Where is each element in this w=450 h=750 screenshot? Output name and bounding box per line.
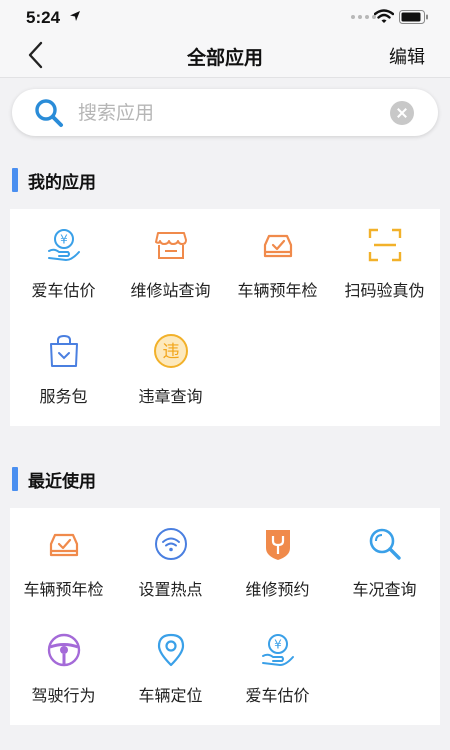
app-label: 维修预约 [245,580,310,599]
app-label: 服务包 [39,387,88,406]
app-tile-vehicle-condition[interactable]: 车况查询 [331,508,438,614]
app-tile-scan-verify[interactable]: 扫码验真伪 [331,209,438,315]
car-check-icon [49,533,79,557]
edit-button[interactable]: 编辑 [389,43,425,69]
svg-text:¥: ¥ [274,638,282,652]
app-tile-repair-booking[interactable]: 维修预约 [224,508,331,614]
app-tile-vehicle-location[interactable]: 车辆定位 [117,614,224,720]
search-icon [35,99,63,127]
shopping-bag-icon [50,334,78,367]
location-pin-icon [157,633,185,667]
app-tile-service-package[interactable]: 服务包 [10,315,117,421]
wifi-icon [374,9,394,23]
hotspot-icon [155,528,187,560]
app-label: 爱车估价 [31,281,96,300]
steering-wheel-icon [47,633,81,667]
signal-icon [351,15,376,19]
app-tile-violation-search[interactable]: 违 违章查询 [117,315,224,421]
car-check-icon [263,234,293,258]
clear-search-icon[interactable] [390,101,414,125]
repair-station-icon [155,232,187,259]
app-tile-driving-behavior[interactable]: 驾驶行为 [10,614,117,720]
search-bar [12,89,438,136]
section-title-text: 最近使用 [28,471,96,492]
app-label: 驾驶行为 [31,686,96,705]
app-tile-vehicle-pre-inspection[interactable]: 车辆预年检 [10,508,117,614]
section-title-recently-used: 最近使用 [12,466,96,492]
app-label: 车况查询 [352,580,417,599]
section-title-my-apps: 我的应用 [12,167,96,193]
app-label: 爱车估价 [245,686,310,705]
scan-code-icon [368,228,402,262]
search-input[interactable] [78,99,378,126]
battery-icon [399,10,428,24]
app-label: 车辆定位 [138,686,203,705]
app-tile-hotspot-settings[interactable]: 设置热点 [117,508,224,614]
app-label: 维修站查询 [130,281,211,300]
repair-shield-icon [266,530,290,560]
app-label: 车辆预年检 [237,281,318,300]
app-tile-car-valuation[interactable]: ¥ 爱车估价 [224,614,331,720]
section-accent-bar [12,168,18,192]
app-label: 扫码验真伪 [344,281,425,300]
app-label: 车辆预年检 [23,580,104,599]
car-valuation-icon: ¥ [262,634,294,667]
my-apps-panel: ¥ 爱车估价 维修站查询 车辆预年检 扫码验真伪 服务包 违 违章查询 [10,209,440,426]
car-valuation-icon: ¥ [48,229,80,262]
location-arrow-icon [70,11,80,21]
app-label: 违章查询 [138,387,203,406]
status-time: 5:24 [26,8,61,27]
page-title: 全部应用 [186,47,263,69]
section-accent-bar [12,467,18,491]
nav-bar: 全部应用 编辑 [0,34,450,78]
app-label: 设置热点 [138,580,203,599]
section-title-text: 我的应用 [28,172,96,193]
app-tile-car-valuation[interactable]: ¥ 爱车估价 [10,209,117,315]
magnifier-icon [369,528,401,560]
status-bar: 5:24 [0,0,450,34]
svg-text:违: 违 [163,342,180,362]
recent-apps-panel: 车辆预年检 设置热点 维修预约 车况查询 驾驶行为 车辆定位 ¥ 爱车估价 [10,508,440,725]
violation-icon: 违 [154,334,188,368]
app-tile-vehicle-pre-inspection[interactable]: 车辆预年检 [224,209,331,315]
svg-text:¥: ¥ [60,233,68,247]
app-tile-repair-station-search[interactable]: 维修站查询 [117,209,224,315]
